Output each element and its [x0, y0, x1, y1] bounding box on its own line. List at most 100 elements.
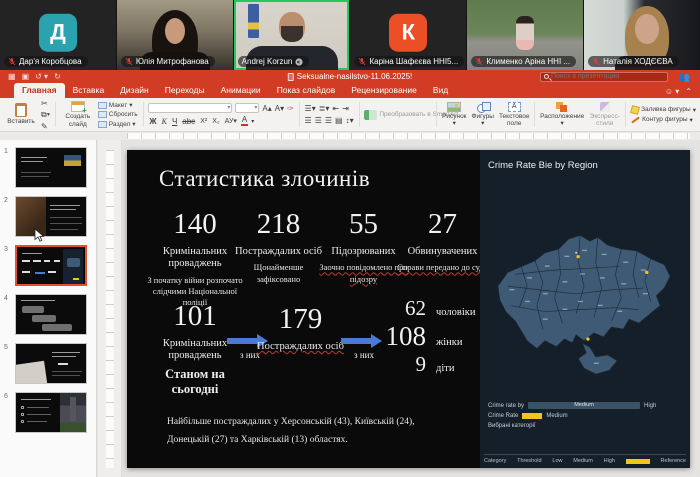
save-icon[interactable]: ▣: [22, 72, 30, 81]
slide-thumbnail-5[interactable]: 5: [0, 339, 96, 388]
superscript-button[interactable]: X²: [199, 118, 208, 125]
strikethrough-button[interactable]: abc: [181, 117, 196, 126]
tab-insert[interactable]: Вставка: [65, 83, 113, 98]
shapes-button[interactable]: Фигуры ▾: [472, 100, 494, 129]
font-name-combo[interactable]: [148, 103, 233, 113]
slide-footnote[interactable]: Найбільше постраждалих у Херсонській (43…: [167, 414, 445, 449]
bullets-icon[interactable]: ☰▾: [305, 104, 316, 113]
map-title: Crime Rate Bie by Region: [488, 160, 598, 171]
participant-tile-nataliya[interactable]: Наталія ХОДЄЄВА: [584, 0, 700, 70]
slide-thumbnail-3-selected[interactable]: 3: [0, 241, 96, 290]
slide-canvas[interactable]: Статистика злочинів 140 Кримінальних про…: [127, 150, 690, 468]
tab-slideshow[interactable]: Показ слайдов: [269, 83, 344, 98]
shrink-font-icon[interactable]: А▾: [275, 104, 284, 113]
legend-yellow-swatch: [522, 413, 543, 419]
participant-tile-yuliya[interactable]: Юлія Митрофанова: [116, 0, 233, 70]
copy-icon[interactable]: ⧉▾: [41, 110, 50, 120]
layout-icon: [97, 101, 107, 109]
textbox-button[interactable]: А Текстовое поле: [499, 100, 529, 129]
reset-button[interactable]: Сбросить: [97, 111, 138, 118]
shapes-icon: [476, 101, 491, 113]
participant-tile-klymenko[interactable]: Клименко Аріна ННІ ...: [467, 0, 584, 70]
cut-icon[interactable]: ✂: [41, 99, 50, 108]
smartart-button[interactable]: Преобразовать в SmartArt: [364, 100, 458, 129]
share-add-person-icon[interactable]: 👥: [679, 72, 690, 83]
quick-styles-button[interactable]: Экспресс-стили: [589, 100, 620, 129]
align-center-icon[interactable]: ☰: [315, 116, 322, 125]
search-box[interactable]: [540, 72, 668, 82]
tab-transitions[interactable]: Переходы: [157, 83, 213, 98]
subscript-button[interactable]: X₂: [211, 118, 220, 125]
collapse-ribbon-icon[interactable]: ⌃: [685, 87, 692, 96]
legend-filter-label: Crime rate by: [488, 402, 525, 409]
participant-tile-darya[interactable]: Д Дар'я Коробцова: [0, 0, 116, 70]
redo-icon[interactable]: ↻: [54, 72, 61, 81]
underline-button[interactable]: Ч: [171, 117, 178, 126]
view-grid-icon[interactable]: ▦: [8, 72, 16, 81]
meeting-video-strip: Д Дар'я Коробцова Юлія Митрофанова Andre…: [0, 0, 700, 70]
victim-breakdown[interactable]: 62 чоловіки 108 жінки 9 діти: [382, 296, 492, 377]
photo: [60, 393, 86, 432]
participant-name: Клименко Аріна ННІ ...: [486, 57, 571, 66]
stat-current-cases[interactable]: 101 Кримінальних проваджень Станом на сь…: [147, 300, 243, 397]
slide-title[interactable]: Статистика злочинів: [159, 166, 370, 192]
feedback-smiley-icon[interactable]: ☺ ▾: [665, 87, 679, 96]
participant-tile-karina[interactable]: К Каріна Шафєєва ННІ5...: [350, 0, 467, 70]
avatar: К: [389, 13, 428, 52]
new-slide-icon: [70, 101, 87, 115]
italic-button[interactable]: К: [161, 117, 168, 126]
align-right-icon[interactable]: ☰: [325, 116, 332, 125]
undo-icon[interactable]: ↺ ▾: [35, 72, 48, 81]
participant-tile-andrej-active-speaker[interactable]: Andrej Korzun: [233, 0, 350, 70]
bottom-yellow-swatch: [625, 458, 650, 464]
character-spacing-icon[interactable]: АУ▾: [224, 117, 238, 125]
arrange-button[interactable]: Расположение ▾: [540, 100, 584, 129]
stat-victims[interactable]: 218 Постраждалих осіб Щонайменше зафіксо…: [231, 208, 326, 285]
stat-criminal-proceedings[interactable]: 140 Кримінальних проваджень З початку ві…: [147, 208, 243, 308]
legend-filter-high: High: [644, 402, 657, 409]
picture-button[interactable]: Рисунок ▾: [442, 100, 467, 129]
indent-icon[interactable]: ⇥: [342, 104, 349, 113]
stat-current-victims[interactable]: 179 Постраждалих осіб: [253, 303, 348, 353]
shape-fill-button[interactable]: Заливка фигуры ▾: [630, 104, 696, 115]
font-color-button[interactable]: А: [240, 116, 249, 126]
font-size-combo[interactable]: [235, 103, 260, 113]
line-spacing-icon[interactable]: ↕▾: [346, 116, 354, 125]
legend-filter-bar[interactable]: Medium: [528, 402, 641, 409]
tab-home[interactable]: Главная: [14, 83, 65, 98]
new-slide-button[interactable]: Создать слайд: [61, 101, 95, 128]
quick-styles-icon: [599, 101, 610, 112]
avatar: Д: [38, 13, 77, 52]
arrange-icon: [556, 101, 568, 112]
participant-name-tag: Юлія Митрофанова: [120, 56, 215, 67]
document-title: Seksualne-nasilstvo-11.06.2025!: [287, 72, 412, 81]
justify-icon[interactable]: ▤: [335, 116, 343, 125]
slide-thumbnail-6[interactable]: 6: [0, 388, 96, 437]
section-button[interactable]: Раздел ▾: [97, 120, 138, 128]
tab-view[interactable]: Вид: [425, 83, 456, 98]
crime-map-panel[interactable]: Crime Rate Bie by Region Crime rate by M…: [480, 150, 690, 468]
shape-outline-button[interactable]: Контур фигуры ▾: [631, 116, 696, 124]
arrow-shape[interactable]: [341, 334, 387, 348]
layout-button[interactable]: Макет ▾: [97, 101, 138, 109]
slide-thumbnail-1[interactable]: 1: [0, 143, 96, 192]
tab-animations[interactable]: Анимации: [213, 83, 269, 98]
slide-thumbnail-2[interactable]: 2: [0, 192, 96, 241]
numbering-icon[interactable]: ≣▾: [319, 104, 330, 113]
ribbon: Вставить ✂ ⧉▾ ✎ Создать слайд Макет ▾ Сб…: [0, 98, 700, 132]
stat-accused[interactable]: 27 Обвинувачених Справи передано до суду: [396, 208, 489, 274]
clear-format-icon[interactable]: ✑: [287, 104, 294, 113]
tab-design[interactable]: Дизайн: [112, 83, 157, 98]
align-left-icon[interactable]: ☰: [305, 116, 312, 125]
paste-button[interactable]: Вставить: [4, 103, 38, 125]
mic-off-icon: [125, 57, 133, 66]
grow-font-icon[interactable]: А▴: [262, 104, 271, 113]
tab-review[interactable]: Рецензирование: [343, 83, 425, 98]
format-painter-icon[interactable]: ✎: [41, 122, 50, 131]
slide-thumbnail-4[interactable]: 4: [0, 290, 96, 339]
search-input[interactable]: [551, 73, 664, 81]
participant-name-tag: Наталія ХОДЄЄВА: [588, 56, 679, 67]
shape-fill-icon: [630, 104, 640, 115]
bold-button[interactable]: Ж: [148, 117, 157, 126]
outdent-icon[interactable]: ⇤: [332, 104, 339, 113]
